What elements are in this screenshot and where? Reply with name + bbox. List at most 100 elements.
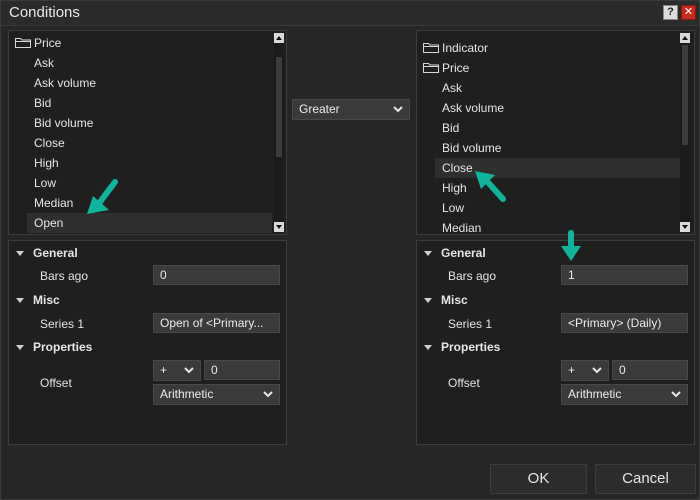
annotation-arrow-icon bbox=[475, 171, 506, 202]
right-list-item[interactable]: Ask bbox=[442, 78, 462, 98]
bars-ago-label: Bars ago bbox=[40, 269, 89, 283]
group-label: Properties bbox=[33, 340, 93, 354]
offset-label: Offset bbox=[40, 376, 72, 390]
offset-type-select[interactable]: Arithmetic bbox=[153, 384, 280, 405]
right-folder-indicator[interactable]: Indicator bbox=[423, 38, 488, 58]
folder-label: Price bbox=[442, 61, 470, 75]
list-item-label: Ask bbox=[442, 81, 463, 95]
series-label: Series 1 bbox=[40, 317, 85, 331]
collapse-caret-icon bbox=[16, 345, 24, 350]
left-list-item[interactable]: High bbox=[34, 153, 59, 173]
offset-sign-select[interactable]: + bbox=[153, 360, 201, 381]
folder-label: Price bbox=[34, 36, 62, 50]
window-title: Conditions bbox=[9, 4, 80, 21]
scroll-up-arrow-icon[interactable] bbox=[680, 33, 690, 43]
list-item-label: High bbox=[34, 156, 59, 170]
conditions-dialog: Conditions ? ✕ Price Ask Ask volume Bid … bbox=[0, 0, 700, 500]
folder-icon bbox=[15, 38, 31, 48]
operator-select[interactable]: Greater bbox=[292, 99, 410, 120]
folder-icon bbox=[423, 63, 439, 73]
ok-button[interactable]: OK bbox=[490, 464, 587, 494]
list-item-label: Ask volume bbox=[34, 76, 97, 90]
offset-sign-value: + bbox=[568, 363, 576, 377]
group-label: Misc bbox=[33, 293, 60, 307]
offset-value-input[interactable]: 0 bbox=[612, 360, 688, 380]
group-misc[interactable]: Misc bbox=[424, 293, 468, 307]
collapse-caret-icon bbox=[424, 298, 432, 303]
scrollbar-thumb[interactable] bbox=[276, 57, 282, 157]
right-input-series-list[interactable]: Indicator Price Ask Ask volume Bid Bid v… bbox=[416, 30, 695, 235]
right-list-item[interactable]: Ask volume bbox=[442, 98, 504, 118]
chevron-down-icon bbox=[263, 391, 273, 398]
bars-ago-input[interactable]: 0 bbox=[153, 265, 280, 285]
folder-label: Indicator bbox=[442, 41, 489, 55]
group-properties[interactable]: Properties bbox=[16, 340, 92, 354]
chevron-down-icon bbox=[671, 391, 681, 398]
bars-ago-label: Bars ago bbox=[448, 269, 497, 283]
left-list-item[interactable]: Median bbox=[34, 193, 73, 213]
scrollbar-thumb[interactable] bbox=[682, 45, 688, 145]
right-list-item[interactable]: Bid volume bbox=[442, 138, 501, 158]
group-label: General bbox=[33, 246, 78, 260]
group-general[interactable]: General bbox=[424, 246, 486, 260]
right-folder-price[interactable]: Price bbox=[423, 58, 469, 78]
list-item-label: Ask volume bbox=[442, 101, 505, 115]
scroll-up-arrow-icon[interactable] bbox=[274, 33, 284, 43]
collapse-caret-icon bbox=[424, 251, 432, 256]
list-item-label: Open bbox=[34, 216, 64, 230]
offset-type-value: Arithmetic bbox=[160, 387, 214, 401]
right-list-item[interactable]: Low bbox=[442, 198, 464, 218]
group-misc[interactable]: Misc bbox=[16, 293, 60, 307]
left-folder-price[interactable]: Price bbox=[15, 33, 61, 53]
series-input[interactable]: Open of <Primary... bbox=[153, 313, 280, 333]
offset-sign-select[interactable]: + bbox=[561, 360, 609, 381]
list-item-label: Low bbox=[34, 176, 57, 190]
group-properties[interactable]: Properties bbox=[424, 340, 500, 354]
scroll-down-arrow-icon[interactable] bbox=[274, 222, 284, 232]
annotation-arrow-icon bbox=[561, 230, 581, 261]
left-list-item[interactable]: Ask volume bbox=[34, 73, 96, 93]
series-input[interactable]: <Primary> (Daily) bbox=[561, 313, 688, 333]
right-list-scrollbar[interactable] bbox=[680, 33, 690, 232]
group-label: Misc bbox=[441, 293, 468, 307]
list-item-label: Bid bbox=[442, 121, 460, 135]
left-list-item[interactable]: Bid bbox=[34, 93, 51, 113]
cancel-button[interactable]: Cancel bbox=[595, 464, 696, 494]
offset-sign-value: + bbox=[160, 363, 168, 377]
left-input-series-list[interactable]: Price Ask Ask volume Bid Bid volume Clos… bbox=[8, 30, 287, 235]
list-item-label: High bbox=[442, 181, 467, 195]
left-list-item[interactable]: Close bbox=[34, 133, 65, 153]
chevron-down-icon bbox=[184, 367, 194, 374]
group-label: Properties bbox=[441, 340, 501, 354]
scroll-down-arrow-icon[interactable] bbox=[680, 222, 690, 232]
list-item-label: Bid volume bbox=[442, 141, 502, 155]
offset-value-input[interactable]: 0 bbox=[204, 360, 280, 380]
left-list-item[interactable]: Bid volume bbox=[34, 113, 93, 133]
right-properties-grid: General Bars ago 1 Misc Series 1 <Primar… bbox=[416, 240, 695, 445]
list-item-label: Low bbox=[442, 201, 465, 215]
offset-type-select[interactable]: Arithmetic bbox=[561, 384, 688, 405]
bars-ago-input[interactable]: 1 bbox=[561, 265, 688, 285]
list-item-label: Median bbox=[34, 196, 74, 210]
folder-icon bbox=[423, 43, 439, 53]
left-list-item[interactable]: Ask bbox=[34, 53, 54, 73]
group-general[interactable]: General bbox=[16, 246, 78, 260]
chevron-down-icon bbox=[393, 106, 403, 113]
offset-type-value: Arithmetic bbox=[568, 387, 622, 401]
list-item-label: Bid bbox=[34, 96, 52, 110]
help-button[interactable]: ? bbox=[663, 5, 678, 20]
left-list-item-selected[interactable]: Open bbox=[27, 213, 272, 233]
list-item-label: Ask bbox=[34, 56, 55, 70]
collapse-caret-icon bbox=[16, 251, 24, 256]
chevron-down-icon bbox=[592, 367, 602, 374]
right-list-item[interactable]: High bbox=[442, 178, 467, 198]
left-list-scrollbar[interactable] bbox=[274, 33, 284, 232]
right-list-item[interactable]: Bid bbox=[442, 118, 459, 138]
series-label: Series 1 bbox=[448, 317, 493, 331]
group-label: General bbox=[441, 246, 486, 260]
right-list-item[interactable]: Median bbox=[442, 218, 482, 235]
close-button[interactable]: ✕ bbox=[681, 5, 696, 20]
list-item-label: Median bbox=[442, 221, 482, 235]
left-list-item[interactable]: Low bbox=[34, 173, 56, 193]
offset-label: Offset bbox=[448, 376, 480, 390]
